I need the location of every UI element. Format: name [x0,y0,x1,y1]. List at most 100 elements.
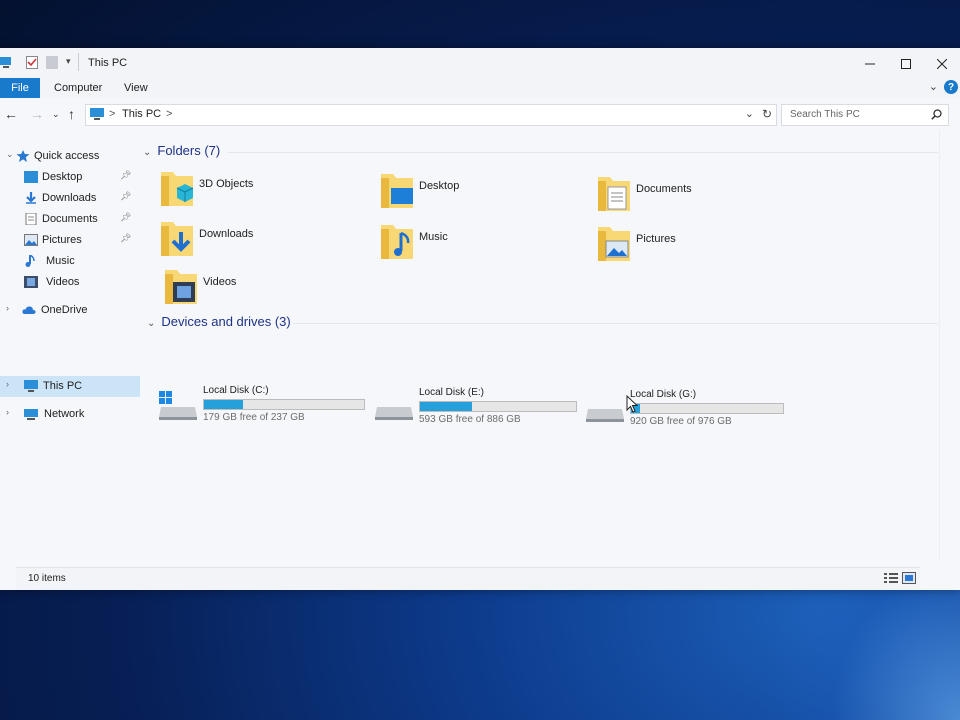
documents-icon [598,177,630,211]
breadcrumb-chevron[interactable]: > [166,108,172,120]
forward-button[interactable]: → [30,106,44,122]
hard-drive-icon [586,409,624,422]
folder-music[interactable]: Music [379,223,579,267]
folder-downloads[interactable]: Downloads [159,220,359,264]
videos-icon [165,270,197,304]
drive-usage-bar [630,403,784,414]
folder-label: Music [419,231,448,243]
drive-name: Local Disk (G:) [630,389,697,400]
pin-icon[interactable]: 📌︎ [120,212,131,223]
expand-icon[interactable]: › [6,303,9,313]
title-bar: ▾ This PC [0,48,960,78]
nav-downloads-label: Downloads [42,192,97,204]
folder-label: Videos [203,276,237,288]
expand-icon[interactable]: › [6,407,9,417]
drive-c[interactable]: Local Disk (C:) 179 GB free of 237 GB [159,385,369,427]
drive-free-space: 593 GB free of 886 GB [419,414,521,425]
folder-label: Documents [636,183,692,195]
details-view-icon[interactable] [884,572,898,584]
folders-group-header[interactable]: ⌄ Folders (7) [143,143,220,158]
nav-network[interactable]: › Network [0,404,140,425]
nav-downloads[interactable]: Downloads 📌︎ [0,188,140,209]
breadcrumb-this-pc[interactable]: This PC [122,108,161,120]
breadcrumb-separator: > [109,108,116,120]
recent-locations-icon[interactable]: ⌄ [52,109,60,120]
folder-label: Downloads [199,228,254,240]
pictures-icon [598,227,630,261]
tab-file[interactable]: File [0,78,40,98]
item-count: 10 items [28,573,66,584]
large-icons-view-icon[interactable] [902,572,916,584]
collapse-icon[interactable]: ⌄ [6,149,14,160]
drives-group-header[interactable]: ⌄ Devices and drives (3) [147,314,291,329]
up-button[interactable]: ↑ [68,106,75,122]
drives-group-title: Devices and drives (3) [161,314,291,329]
navigation-pane: ⌄ Quick access Desktop 📌︎ Downloads 📌︎ D… [0,130,140,560]
tab-computer[interactable]: Computer [54,82,102,94]
qat-dropdown-icon[interactable]: ▾ [66,56,71,67]
folder-3d-objects[interactable]: 3D Objects [159,170,359,214]
nav-music[interactable]: Music [0,251,140,272]
close-button[interactable] [924,52,960,76]
drive-free-space: 179 GB free of 237 GB [203,412,305,423]
nav-videos-label: Videos [46,276,80,288]
drive-e[interactable]: Local Disk (E:) 593 GB free of 886 GB [375,387,585,429]
minimize-button[interactable] [852,52,888,76]
search-box[interactable]: Search This PC [781,104,949,126]
desktop-icon [24,171,38,183]
back-button[interactable]: ← [4,106,18,122]
address-bar[interactable]: > This PC > ⌄ ↻ [85,104,777,126]
downloads-icon [161,222,193,256]
nav-quick-access[interactable]: ⌄ Quick access [0,146,140,167]
music-icon [381,225,413,259]
status-bar: 10 items [16,567,920,590]
nav-pictures[interactable]: Pictures 📌︎ [0,230,140,251]
music-note-icon [25,255,35,267]
folder-pictures[interactable]: Pictures [596,225,796,269]
drive-name: Local Disk (E:) [419,387,485,398]
nav-this-pc[interactable]: › This PC [0,376,140,397]
file-explorer-window: ▾ This PC File Computer View ⌄ ? ← → ⌄ ↑… [0,48,960,590]
nav-documents[interactable]: Documents 📌︎ [0,209,140,230]
search-placeholder: Search This PC [790,109,860,120]
maximize-button[interactable] [888,52,924,76]
nav-network-label: Network [44,408,85,420]
expand-ribbon-icon[interactable]: ⌄ [929,80,938,93]
address-dropdown-icon[interactable]: ⌄ [745,107,754,120]
pin-icon[interactable]: 📌︎ [120,191,131,202]
drive-g[interactable]: Local Disk (G:) 920 GB free of 976 GB [586,389,796,431]
vertical-scrollbar[interactable] [939,130,960,560]
pin-icon[interactable]: 📌︎ [120,170,131,181]
film-icon [24,276,38,288]
window-title: This PC [88,57,128,69]
folder-documents[interactable]: Documents [596,175,796,219]
pin-icon[interactable]: 📌︎ [120,233,131,244]
group-divider [228,152,938,153]
folder-desktop[interactable]: Desktop [379,172,579,216]
this-pc-icon [90,108,104,120]
desktop-icon [381,174,413,208]
refresh-icon[interactable]: ↻ [762,107,772,121]
drive-usage-bar [203,399,365,410]
nav-onedrive[interactable]: › OneDrive [0,300,140,321]
tab-view[interactable]: View [124,82,148,94]
folders-group-title: Folders (7) [157,143,221,158]
search-icon [931,109,942,120]
folder-videos[interactable]: Videos [163,268,363,312]
content-pane: ⌄ Folders (7) 3D Objects Desktop Document… [143,130,938,560]
nav-documents-label: Documents [42,213,98,225]
expand-icon[interactable]: › [6,379,9,389]
windows-drive-icon [159,391,197,420]
minimize-icon [865,63,875,65]
title-divider [78,53,79,71]
folder-label: Desktop [419,180,460,192]
new-folder-icon[interactable] [46,56,58,69]
nav-videos[interactable]: Videos [0,272,140,293]
folder-label: Pictures [636,233,676,245]
help-button[interactable]: ? [944,80,958,94]
properties-icon[interactable] [26,56,38,69]
close-icon [937,59,947,69]
nav-onedrive-label: OneDrive [41,304,88,316]
star-icon [16,150,30,162]
nav-desktop[interactable]: Desktop 📌︎ [0,167,140,188]
